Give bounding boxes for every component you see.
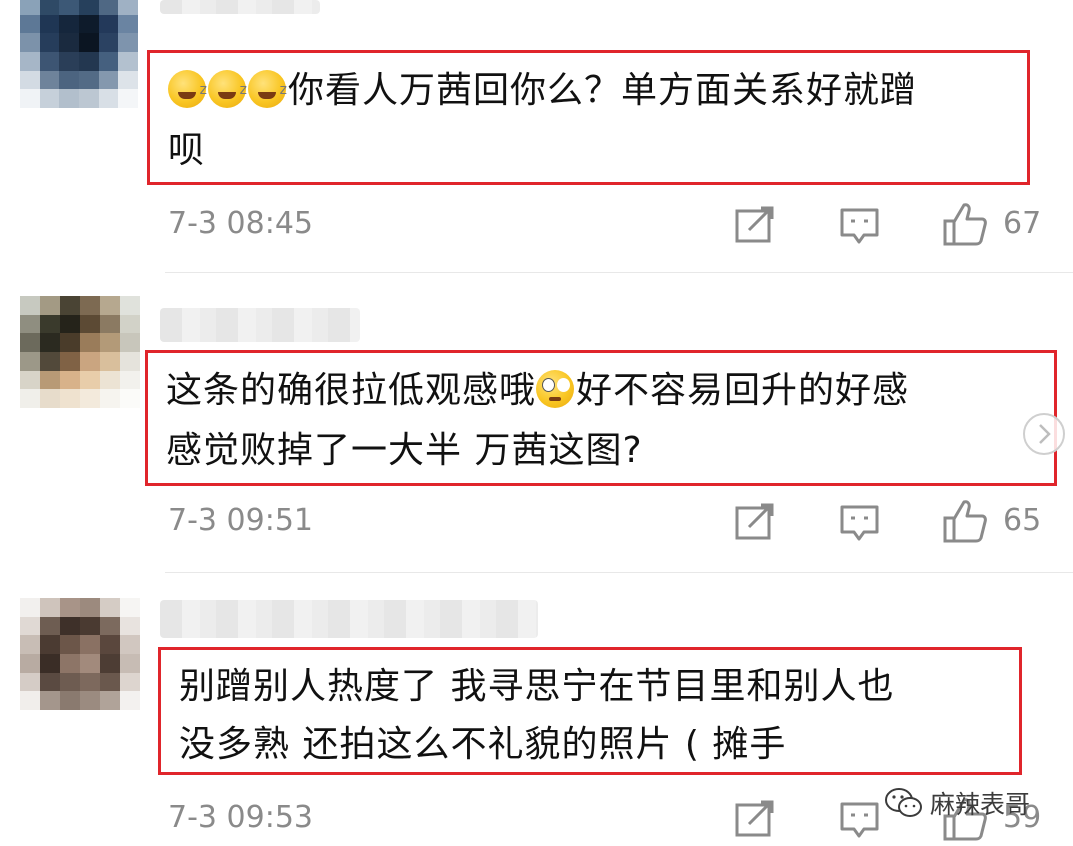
avatar[interactable] xyxy=(20,296,140,408)
comment-text-line2: 呗 xyxy=(168,130,206,171)
comment-text-line1b: 好不容易回升的好感 xyxy=(576,370,910,411)
divider xyxy=(165,272,1073,273)
yawn-emoji xyxy=(168,60,208,120)
repost-icon[interactable] xyxy=(735,206,775,244)
like-icon[interactable] xyxy=(942,201,988,247)
wechat-icon xyxy=(885,788,922,817)
next-arrow-button[interactable] xyxy=(1023,413,1065,455)
username-blurred[interactable] xyxy=(160,308,360,342)
comment-text-line1a: 这条的确很拉低观感哦 xyxy=(166,370,537,411)
watermark-label: 麻辣表哥 xyxy=(930,790,1031,819)
highlighted-comment-box: 别蹭别人热度了 我寻思宁在节目里和别人也 没多熟 还拍这么不礼貌的照片 ( 摊手 xyxy=(158,647,1022,775)
watermark: 麻辣表哥 xyxy=(884,785,1030,821)
divider xyxy=(165,572,1073,573)
comment-text-line1: 别蹭别人热度了 我寻思宁在节目里和别人也 xyxy=(179,666,895,707)
comment-text-line2: 感觉败掉了一大半 万茜这图? xyxy=(166,430,643,471)
avatar[interactable] xyxy=(20,0,138,108)
comment-text-line2: 没多熟 还拍这么不礼貌的照片 ( 摊手 xyxy=(179,724,787,765)
yawn-emoji xyxy=(248,60,288,120)
comment-text: 这条的确很拉低观感哦 好不容易回升的好感 感觉败掉了一大半 万茜这图? xyxy=(166,361,1036,481)
username-blurred[interactable] xyxy=(160,600,538,638)
comment-text: 别蹭别人热度了 我寻思宁在节目里和别人也 没多熟 还拍这么不礼貌的照片 ( 摊手 xyxy=(179,658,1001,774)
comment-text: 你看人万茜回你么？单方面关系好就蹭 呗 xyxy=(168,60,1009,181)
comment-timestamp: 7-3 09:51 xyxy=(168,503,313,538)
chevron-right-icon xyxy=(1039,424,1051,444)
comment-timestamp: 7-3 08:45 xyxy=(168,206,313,241)
highlighted-comment-box: 你看人万茜回你么？单方面关系好就蹭 呗 xyxy=(147,50,1030,185)
comment-icon[interactable] xyxy=(840,504,880,542)
like-count: 67 xyxy=(1003,206,1042,241)
comment-text-line1: 你看人万茜回你么？单方面关系好就蹭 xyxy=(288,70,918,111)
comment-icon[interactable] xyxy=(840,207,880,245)
username-blurred[interactable] xyxy=(160,0,320,14)
yawn-emoji xyxy=(208,60,248,120)
eye-roll-emoji xyxy=(536,370,575,408)
like-icon[interactable] xyxy=(942,498,988,544)
repost-icon[interactable] xyxy=(735,800,775,838)
comment-timestamp: 7-3 09:53 xyxy=(168,800,313,835)
avatar[interactable] xyxy=(20,598,140,710)
repost-icon[interactable] xyxy=(735,503,775,541)
comment-icon[interactable] xyxy=(840,801,880,839)
like-count: 65 xyxy=(1003,503,1042,538)
highlighted-comment-box: 这条的确很拉低观感哦 好不容易回升的好感 感觉败掉了一大半 万茜这图? xyxy=(145,350,1057,486)
